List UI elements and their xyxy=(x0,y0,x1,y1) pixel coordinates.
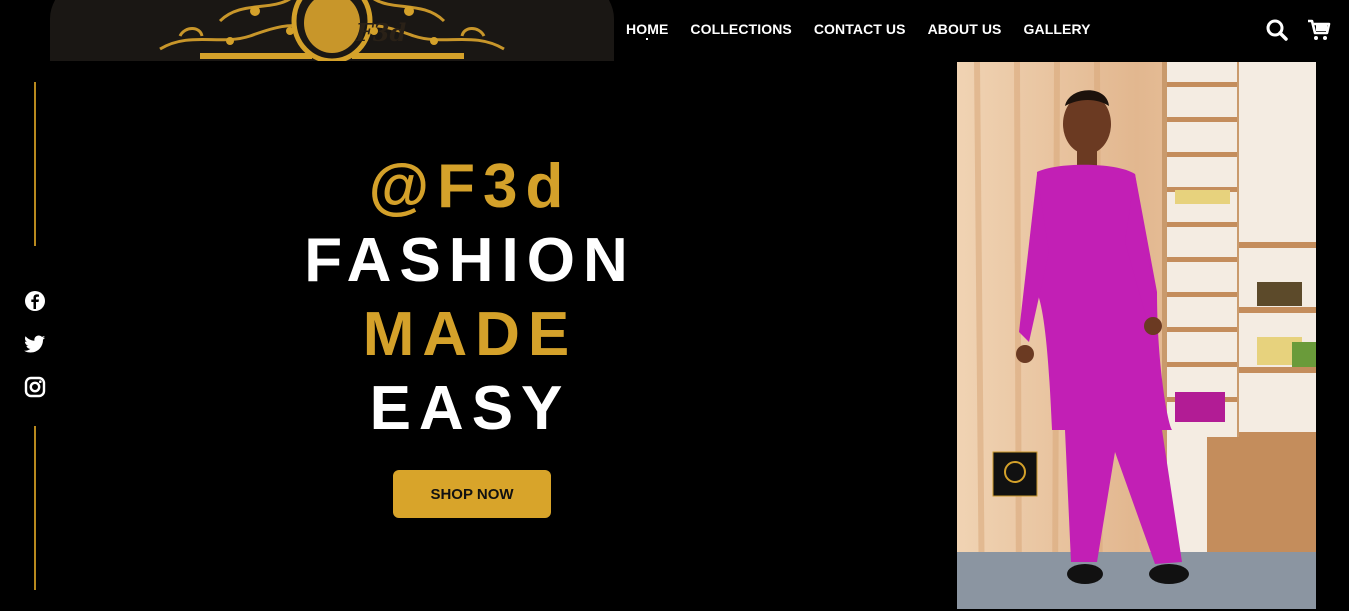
twitter-icon[interactable] xyxy=(24,333,46,355)
cart-icon[interactable] xyxy=(1307,18,1331,42)
nav-home-label: HOME xyxy=(626,21,669,37)
divider-line-top xyxy=(34,82,36,246)
shop-now-button[interactable]: SHOP NOW xyxy=(393,470,551,518)
model-illustration xyxy=(957,62,1316,609)
main-nav: HOME COLLECTIONS CONTACT US ABOUT US GAL… xyxy=(626,21,1091,40)
hero-line-made: MADE xyxy=(362,300,578,369)
search-icon[interactable] xyxy=(1265,18,1289,42)
nav-home[interactable]: HOME xyxy=(626,21,669,40)
divider-line-bottom xyxy=(34,426,36,590)
hero-headline: @F3d FASHION MADE EASY xyxy=(270,150,670,446)
nav-collections[interactable]: COLLECTIONS xyxy=(690,21,791,37)
hero-model-photo xyxy=(957,62,1316,609)
nav-about-us-label: ABOUT US xyxy=(927,21,1002,37)
facebook-icon[interactable] xyxy=(24,290,46,312)
hero-line-fashion: FASHION xyxy=(304,226,636,295)
logo-ornament-icon xyxy=(159,0,505,61)
hero-line-handle: @F3d xyxy=(368,152,572,221)
logo-text: F3d xyxy=(355,18,407,47)
hero-line-easy: EASY xyxy=(369,374,571,443)
nav-gallery[interactable]: GALLERY xyxy=(1024,21,1091,37)
instagram-icon[interactable] xyxy=(24,376,46,398)
logo-banner[interactable]: F3d xyxy=(50,0,614,61)
nav-contact-us-label: CONTACT US xyxy=(813,21,906,37)
nav-contact-us[interactable]: CONTACT US xyxy=(814,21,906,37)
nav-about-us[interactable]: ABOUT US xyxy=(928,21,1002,37)
header-icons xyxy=(1265,18,1331,42)
nav-gallery-label: GALLERY xyxy=(1023,21,1091,37)
nav-collections-label: COLLECTIONS xyxy=(690,21,792,37)
